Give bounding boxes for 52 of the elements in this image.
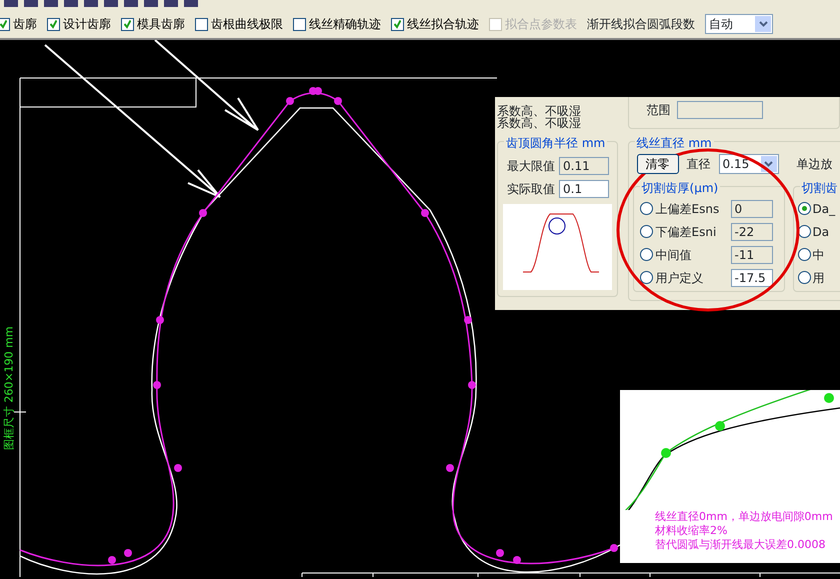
input-field[interactable]: -17.5: [730, 268, 773, 286]
radio-button[interactable]: [798, 202, 811, 215]
group-title: 齿顶圆角半径 mm: [504, 134, 608, 152]
group-title: 线丝直径 mm: [634, 134, 714, 152]
field-label: 单边放: [796, 156, 833, 173]
group-title: 切割齿: [800, 179, 840, 197]
checkbox-label[interactable]: 设计齿廓: [63, 15, 111, 33]
checkbox-label[interactable]: 齿廓: [13, 15, 37, 33]
input-field[interactable]: 0: [730, 200, 773, 218]
radio-button[interactable]: [798, 248, 811, 261]
radio-button[interactable]: [640, 248, 653, 261]
radio-label[interactable]: 下偏差Esni: [656, 222, 728, 240]
note-text: 替代圆弧与渐开线最大误差0.0008: [655, 538, 826, 552]
checkbox[interactable]: [293, 18, 306, 30]
radio-label[interactable]: Da: [812, 222, 830, 240]
field-label: 范围: [646, 102, 671, 119]
checkbox[interactable]: [195, 18, 208, 30]
clear-button[interactable]: 清零: [636, 154, 679, 174]
input-field[interactable]: 0.11: [559, 157, 609, 175]
input-field[interactable]: -11: [730, 246, 773, 264]
radio-label[interactable]: 上偏差Esns: [656, 200, 728, 218]
input-field[interactable]: -22: [730, 222, 773, 240]
radio-label[interactable]: 中间值: [656, 246, 728, 264]
note-text: 材料收缩率2%: [655, 524, 728, 538]
radio-label[interactable]: 用户定义: [656, 268, 728, 286]
radio-label[interactable]: 中: [812, 246, 825, 264]
frame-size-label: 图框尺寸 260×190 mm: [2, 326, 17, 450]
checkbox-label[interactable]: 模具齿廓: [137, 15, 185, 33]
checkbox[interactable]: [47, 18, 60, 30]
field-label: 实际取值: [507, 181, 555, 198]
checkbox[interactable]: [391, 18, 404, 30]
group-title: 切割齿厚(μm): [640, 179, 720, 197]
checkbox[interactable]: [121, 18, 134, 30]
field-label: 最大限值: [507, 158, 555, 175]
radio-button[interactable]: [640, 225, 653, 238]
field-label: 直径: [686, 156, 711, 173]
checkbox[interactable]: [0, 18, 10, 30]
input-field[interactable]: [676, 101, 763, 119]
material-note: 系数高、不吸湿: [497, 117, 582, 129]
radio-button[interactable]: [640, 202, 653, 215]
radio-button[interactable]: [798, 271, 811, 284]
field-label: 渐开线拟合圆弧段数: [587, 16, 695, 33]
radio-button[interactable]: [640, 271, 653, 284]
checkbox-label[interactable]: 线丝精确轨迹: [309, 15, 381, 33]
material-note: 系数高、不吸湿: [497, 105, 582, 117]
radio-label[interactable]: Da_: [812, 200, 836, 218]
segments-select[interactable]: 自动: [705, 14, 773, 34]
note-text: 线丝直径0mm，单边放电间隙0mm: [655, 510, 833, 524]
checkbox-label[interactable]: 线丝拟合轨迹: [407, 15, 479, 33]
radio-label[interactable]: 用: [812, 268, 825, 286]
input-field[interactable]: 0.1: [559, 180, 609, 198]
checkbox-label[interactable]: 齿根曲线极限: [211, 15, 283, 33]
